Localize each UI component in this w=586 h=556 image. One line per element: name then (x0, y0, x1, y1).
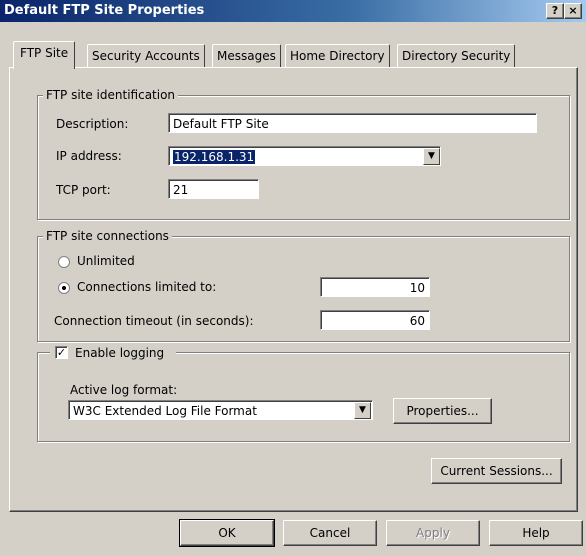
tab-home-directory[interactable]: Home Directory (285, 44, 390, 68)
connections-limit-input[interactable]: 10 (320, 277, 430, 297)
logging-group (37, 352, 570, 442)
window-title: Default FTP Site Properties (4, 3, 205, 18)
cancel-button[interactable]: Cancel (283, 520, 377, 546)
current-sessions-button[interactable]: Current Sessions... (431, 458, 562, 484)
ip-address-select[interactable]: 192.168.1.31 (168, 146, 441, 166)
timeout-input[interactable]: 60 (320, 310, 430, 330)
log-format-select[interactable]: W3C Extended Log File Format (68, 400, 373, 420)
help-icon: ? (551, 4, 559, 17)
description-input[interactable]: Default FTP Site (168, 113, 537, 133)
chevron-down-icon: ▼ (359, 405, 366, 415)
identification-legend: FTP site identification (43, 88, 179, 102)
description-label: Description: (56, 117, 129, 131)
tcp-port-input[interactable]: 21 (168, 179, 259, 199)
log-properties-button[interactable]: Properties... (393, 398, 492, 424)
enable-logging-label[interactable]: Enable logging (75, 346, 164, 360)
ip-address-label: IP address: (56, 149, 122, 163)
timeout-label: Connection timeout (in seconds): (54, 314, 254, 328)
close-icon: × (568, 4, 578, 17)
enable-logging-checkbox[interactable]: ✓ (55, 346, 68, 359)
checkmark-icon: ✓ (56, 346, 67, 359)
unlimited-radio[interactable] (58, 256, 70, 268)
unlimited-label[interactable]: Unlimited (77, 254, 135, 268)
tab-messages[interactable]: Messages (212, 44, 281, 68)
ok-button[interactable]: OK (180, 520, 274, 546)
ip-address-value: 192.168.1.31 (173, 150, 256, 164)
help-dialog-button[interactable]: Help (489, 520, 583, 546)
ip-dropdown-button[interactable]: ▼ (423, 148, 440, 165)
chevron-down-icon: ▼ (428, 151, 435, 161)
log-format-label: Active log format: (70, 383, 178, 397)
limited-label[interactable]: Connections limited to: (77, 280, 216, 294)
tcp-port-label: TCP port: (56, 183, 111, 197)
close-button[interactable]: × (564, 3, 582, 19)
help-button[interactable]: ? (546, 3, 564, 19)
connections-legend: FTP site connections (43, 229, 172, 243)
tab-ftp-site[interactable]: FTP Site (13, 41, 76, 69)
tab-directory-security[interactable]: Directory Security (397, 44, 516, 68)
apply-button[interactable]: Apply (386, 520, 480, 546)
limited-radio[interactable] (58, 282, 70, 294)
tab-security-accounts[interactable]: Security Accounts (87, 44, 205, 68)
log-format-dropdown-button[interactable]: ▼ (354, 402, 371, 419)
